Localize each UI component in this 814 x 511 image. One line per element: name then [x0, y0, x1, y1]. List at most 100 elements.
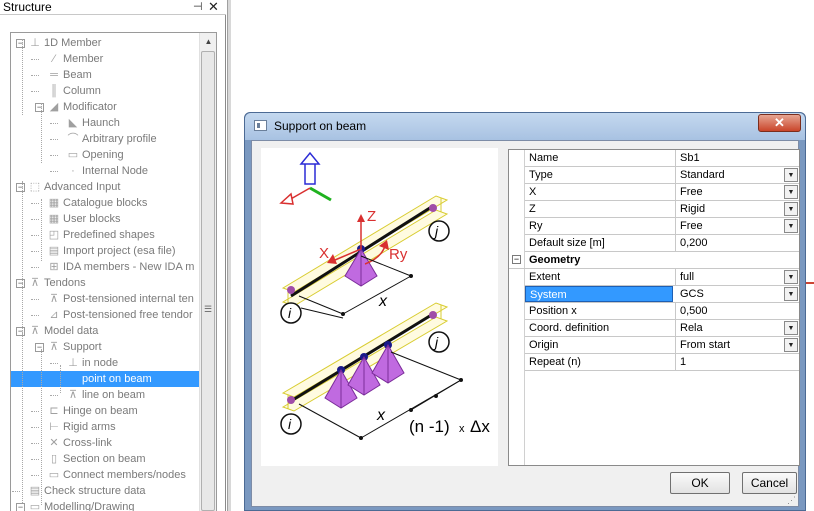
- tree-item[interactable]: Section on beam: [63, 451, 146, 467]
- tree-guide-line: [22, 283, 23, 327]
- dialog-titlebar[interactable]: Support on beam ✕: [245, 113, 805, 140]
- property-row[interactable]: System GCS ▼: [525, 286, 799, 303]
- repeat-formula-prefix: (n -1): [409, 417, 450, 436]
- property-value[interactable]: 0,200: [677, 235, 799, 251]
- tree-item[interactable]: Tendons: [44, 275, 86, 291]
- tree-expander[interactable]: −: [35, 103, 44, 112]
- tree-expander[interactable]: −: [16, 39, 25, 48]
- tree-item[interactable]: Hinge on beam: [63, 403, 138, 419]
- property-row[interactable]: Name Sb1: [525, 150, 799, 167]
- dropdown-arrow-icon[interactable]: ▼: [784, 219, 798, 233]
- property-value[interactable]: Standard: [677, 167, 799, 183]
- tree-expander[interactable]: −: [16, 503, 25, 511]
- canvas-splitter[interactable]: [227, 0, 231, 511]
- tree-connector: [12, 491, 20, 492]
- property-row[interactable]: Repeat (n) 1: [525, 354, 799, 371]
- tree-connector: [50, 171, 58, 172]
- dropdown-arrow-icon[interactable]: ▼: [784, 202, 798, 216]
- arbitrary-profile-icon: ⌒: [67, 133, 79, 145]
- tree-item[interactable]: 1D Member: [44, 35, 101, 51]
- property-value[interactable]: Rigid: [677, 201, 799, 217]
- tree-item[interactable]: Member: [63, 51, 103, 67]
- tree-item[interactable]: line on beam: [82, 387, 145, 403]
- structure-tree: − ⊥ 1D Member ⁄ Member ═ Beam ║ Column − ◢ Modifica…: [10, 32, 217, 511]
- dropdown-arrow-icon[interactable]: ▼: [784, 270, 798, 284]
- tree-item[interactable]: Post-tensioned free tendor: [63, 307, 193, 323]
- tree-expander[interactable]: −: [35, 343, 44, 352]
- property-value[interactable]: GCS: [677, 286, 799, 302]
- property-row[interactable]: X Free ▼: [525, 184, 799, 201]
- property-value[interactable]: Free: [677, 218, 799, 234]
- tree-item[interactable]: point on beam: [11, 371, 199, 387]
- tree-connector: [50, 363, 58, 364]
- tree-item[interactable]: Check structure data: [44, 483, 146, 499]
- tendons-icon: ⊼: [30, 277, 40, 289]
- property-row[interactable]: Position x 0,500: [525, 303, 799, 320]
- tree-scrollbar[interactable]: ▲ ☰: [199, 33, 216, 511]
- tree-item[interactable]: Modelling/Drawing: [44, 499, 135, 511]
- tree-item[interactable]: Column: [63, 83, 101, 99]
- property-value[interactable]: Rela: [677, 320, 799, 336]
- scroll-up-arrow-icon[interactable]: ▲: [200, 33, 217, 50]
- pin-icon[interactable]: ⊣: [193, 0, 203, 14]
- tree-connector: [31, 251, 39, 252]
- tree-expander[interactable]: −: [16, 279, 25, 288]
- tree-item[interactable]: Cross-link: [63, 435, 112, 451]
- tree-item[interactable]: in node: [82, 355, 118, 371]
- property-row[interactable]: Default size [m] 0,200: [525, 235, 799, 252]
- tree-item[interactable]: Predefined shapes: [63, 227, 155, 243]
- property-row[interactable]: Type Standard ▼: [525, 167, 799, 184]
- scroll-grip-icon: ☰: [204, 304, 213, 314]
- property-value[interactable]: Free: [677, 184, 799, 200]
- dropdown-arrow-icon[interactable]: ▼: [784, 168, 798, 182]
- tree-item[interactable]: User blocks: [63, 211, 120, 227]
- property-value[interactable]: Sb1: [677, 150, 799, 166]
- tree-expander[interactable]: −: [16, 183, 25, 192]
- cancel-button[interactable]: Cancel: [742, 472, 797, 494]
- collapse-icon[interactable]: −: [512, 255, 521, 264]
- dropdown-arrow-icon[interactable]: ▼: [784, 338, 798, 352]
- property-name: Origin: [529, 337, 676, 353]
- tree-item[interactable]: Arbitrary profile: [82, 131, 157, 147]
- tree-connector: [31, 203, 39, 204]
- property-value[interactable]: From start: [677, 337, 799, 353]
- tree-item[interactable]: Beam: [63, 67, 92, 83]
- tree-item[interactable]: Haunch: [82, 115, 120, 131]
- dialog-close-button[interactable]: ✕: [758, 114, 801, 132]
- predefined-shapes-icon: ◰: [48, 229, 60, 241]
- property-row[interactable]: Z Rigid ▼: [525, 201, 799, 218]
- line-on-beam-icon: ⊼: [68, 389, 78, 401]
- tree-item[interactable]: Advanced Input: [44, 179, 120, 195]
- tree-item[interactable]: Support: [63, 339, 102, 355]
- tree-guide-line: [41, 349, 42, 505]
- tree-item[interactable]: Model data: [44, 323, 98, 339]
- property-value[interactable]: 0,500: [677, 303, 799, 319]
- tree-expander[interactable]: −: [16, 327, 25, 336]
- property-row[interactable]: Origin From start ▼: [525, 337, 799, 354]
- geometry-group-header[interactable]: − Geometry: [509, 252, 799, 269]
- tree-item[interactable]: Opening: [82, 147, 124, 163]
- tree-item[interactable]: Post-tensioned internal ten: [63, 291, 194, 307]
- property-value[interactable]: full: [677, 269, 799, 285]
- resize-grip-icon[interactable]: ⋰: [787, 495, 796, 506]
- ok-button[interactable]: OK: [670, 472, 730, 494]
- tree-item[interactable]: Modificator: [63, 99, 117, 115]
- tree-item[interactable]: Internal Node: [82, 163, 148, 179]
- property-value[interactable]: 1: [677, 354, 799, 370]
- tree-guide-line: [41, 199, 42, 261]
- property-name: Ry: [529, 218, 676, 234]
- scroll-thumb[interactable]: ☰: [201, 51, 215, 511]
- tree-item[interactable]: Rigid arms: [63, 419, 116, 435]
- dropdown-arrow-icon[interactable]: ▼: [784, 185, 798, 199]
- property-row[interactable]: Ry Free ▼: [525, 218, 799, 235]
- property-row[interactable]: Coord. definition Rela ▼: [525, 320, 799, 337]
- close-icon[interactable]: ✕: [208, 0, 219, 14]
- tree-item[interactable]: Connect members/nodes: [63, 467, 186, 483]
- tree-item[interactable]: IDA members - New IDA m: [63, 259, 194, 275]
- axis-x-label: X: [319, 245, 329, 262]
- tree-item[interactable]: Catalogue blocks: [63, 195, 147, 211]
- dropdown-arrow-icon[interactable]: ▼: [784, 287, 798, 301]
- dropdown-arrow-icon[interactable]: ▼: [784, 321, 798, 335]
- tree-item[interactable]: Import project (esa file): [63, 243, 175, 259]
- property-row[interactable]: Extent full ▼: [525, 269, 799, 286]
